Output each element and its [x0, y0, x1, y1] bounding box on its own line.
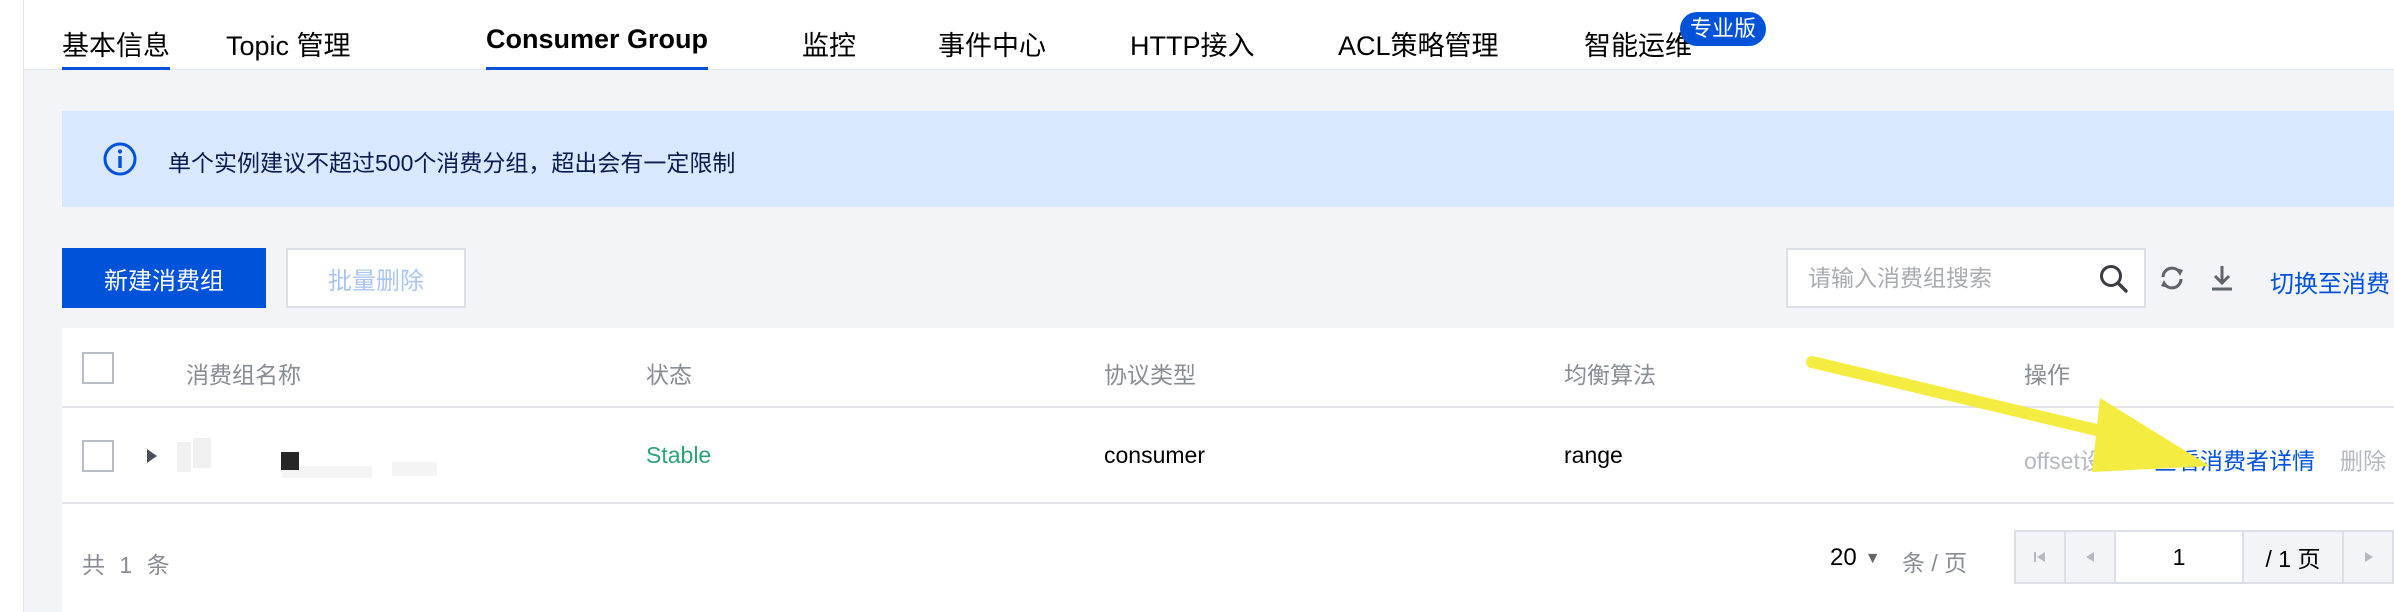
column-header-actions: 操作 — [2024, 362, 2070, 388]
tab-label: Topic 管理 — [226, 31, 351, 61]
page-size-select[interactable]: 20 ▼ — [1830, 544, 1881, 572]
next-page-glyph — [2365, 552, 2373, 562]
switch-view-link[interactable]: 切换至消费 — [2270, 264, 2390, 299]
search-input[interactable] — [1808, 260, 2088, 296]
offset-settings-link[interactable]: offset设置 — [2024, 442, 2126, 476]
left-panel-edge — [0, 0, 24, 612]
tab-underline — [486, 67, 709, 70]
tab-label: Consumer Group — [486, 24, 709, 54]
per-page-label: 条 / 页 — [1902, 550, 1968, 576]
table-row: Stable consumer range offset设置 查看消费者详情 删… — [62, 408, 2394, 504]
tab-acl-policy[interactable]: ACL策略管理 — [1338, 24, 1499, 70]
column-header-protocol: 协议类型 — [1104, 362, 1196, 388]
column-header-name: 消费组名称 — [186, 362, 301, 388]
download-icon[interactable] — [2206, 262, 2238, 294]
select-all-checkbox[interactable] — [82, 352, 114, 384]
consumer-group-table: 消费组名称 状态 协议类型 均衡算法 操作 Stable consumer ra… — [62, 328, 2394, 612]
row-checkbox[interactable] — [82, 440, 114, 472]
info-circle-icon — [103, 142, 137, 176]
column-header-algorithm: 均衡算法 — [1564, 362, 1656, 388]
refresh-icon[interactable] — [2156, 262, 2188, 294]
algorithm-text: range — [1564, 442, 1623, 468]
tab-underline — [62, 67, 170, 70]
tab-consumer-group[interactable]: Consumer Group — [486, 24, 709, 70]
tab-label: HTTP接入 — [1130, 31, 1255, 61]
caret-down-icon: ▼ — [1864, 549, 1881, 567]
tab-http-access[interactable]: HTTP接入 — [1130, 24, 1255, 70]
search-field[interactable] — [1786, 248, 2146, 308]
total-pages-label: / 1 页 — [2244, 532, 2344, 582]
prev-page-icon[interactable] — [2066, 532, 2116, 582]
view-consumer-details-link[interactable]: 查看消费者详情 — [2154, 442, 2315, 476]
batch-delete-button[interactable]: 批量删除 — [286, 248, 466, 308]
alert-message: 单个实例建议不超过500个消费分组，超出会有一定限制 — [168, 150, 736, 176]
total-count: 共 1 条 — [82, 552, 174, 578]
table-footer: 共 1 条 20 ▼ 条 / 页 1 / 1 页 — [62, 504, 2394, 612]
create-consumer-group-button[interactable]: 新建消费组 — [62, 248, 266, 308]
tab-label: 基本信息 — [62, 31, 170, 61]
prev-page-glyph — [2086, 552, 2094, 562]
delete-link[interactable]: 删除 — [2340, 442, 2386, 476]
tab-label: 事件中心 — [938, 31, 1046, 61]
tab-monitoring[interactable]: 监控 — [802, 24, 856, 70]
next-page-icon[interactable] — [2344, 532, 2394, 582]
tab-event-center[interactable]: 事件中心 — [938, 24, 1046, 70]
status-text: Stable — [646, 442, 712, 468]
first-page-glyph — [2034, 552, 2045, 562]
tab-label: 监控 — [802, 31, 856, 61]
info-alert: 单个实例建议不超过500个消费分组，超出会有一定限制 — [62, 111, 2394, 207]
expand-caret-icon[interactable] — [144, 448, 160, 464]
tab-smart-ops[interactable]: 智能运维 — [1584, 24, 1692, 70]
pro-edition-badge: 专业版 — [1680, 12, 1767, 46]
page-number-input[interactable]: 1 — [2116, 532, 2244, 582]
first-page-icon[interactable] — [2016, 532, 2066, 582]
redacted-group-name — [177, 438, 437, 478]
pagination: 1 / 1 页 — [2014, 530, 2394, 584]
tab-label: 智能运维 — [1584, 31, 1692, 61]
tab-basic-info[interactable]: 基本信息 — [62, 24, 170, 70]
table-header: 消费组名称 状态 协议类型 均衡算法 操作 — [62, 328, 2394, 408]
protocol-text: consumer — [1104, 442, 1205, 468]
tab-bar: 基本信息 Topic 管理 Consumer Group 监控 事件中心 HTT… — [24, 0, 2394, 70]
tab-label: ACL策略管理 — [1338, 31, 1499, 61]
search-icon[interactable] — [2098, 263, 2130, 295]
tab-topic-management[interactable]: Topic 管理 — [226, 24, 351, 70]
page-size-value: 20 — [1830, 544, 1857, 571]
column-header-status: 状态 — [646, 362, 692, 388]
